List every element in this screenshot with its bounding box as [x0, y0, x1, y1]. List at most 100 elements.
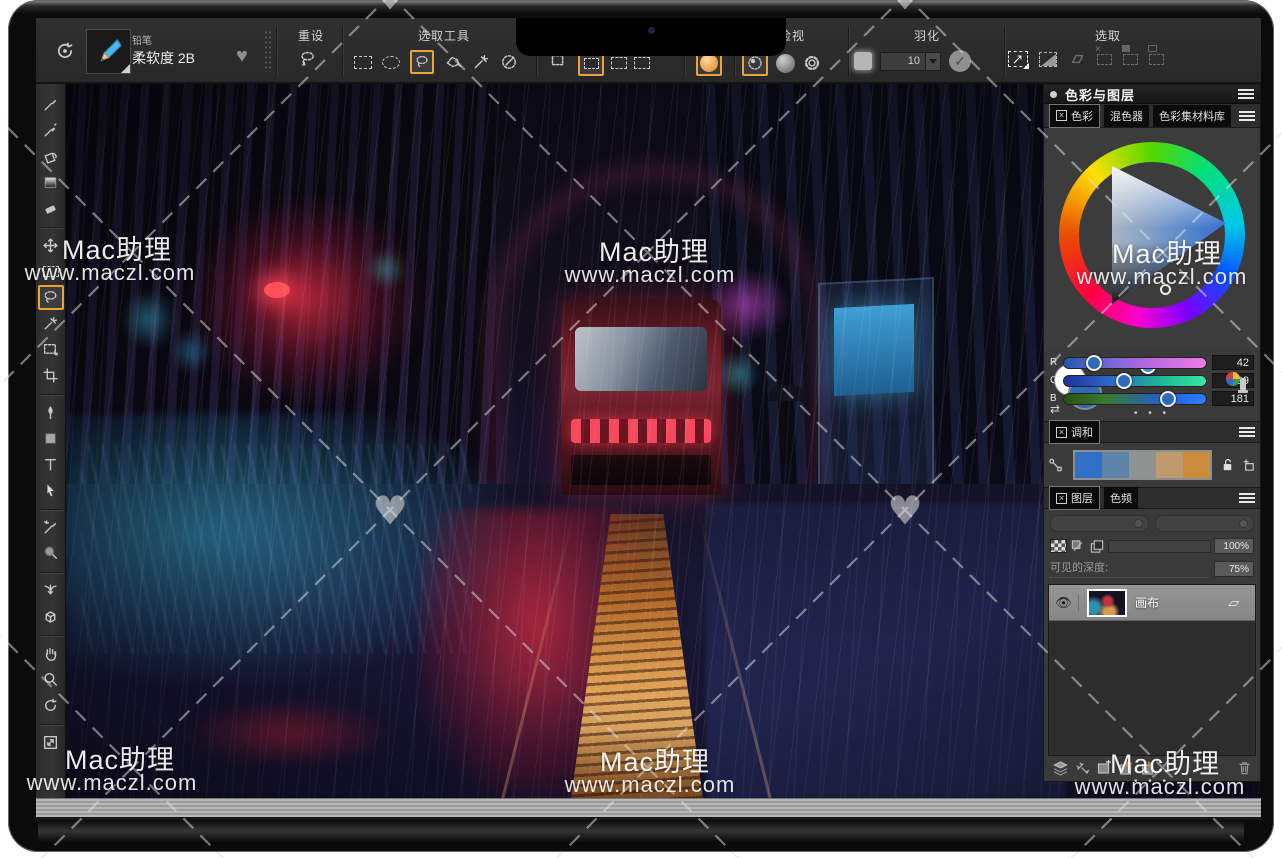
preserve-transparency-icon[interactable]: [1050, 539, 1067, 553]
duplicate-layer-icon[interactable]: [1089, 539, 1105, 554]
color-panel-menu-icon[interactable]: [1239, 111, 1255, 121]
rect-selection-icon[interactable]: [354, 56, 372, 69]
depth-value[interactable]: 75%: [1214, 561, 1254, 577]
opacity-slider[interactable]: [1108, 540, 1211, 553]
add-swatch-icon[interactable]: [1241, 458, 1256, 473]
recent-brushes-icon[interactable]: [54, 40, 76, 62]
green-slider-thumb[interactable]: [1116, 373, 1132, 389]
mirror-painting-tool[interactable]: [38, 515, 64, 540]
composite-method-dropdown[interactable]: [1050, 515, 1149, 532]
mask-view-icon[interactable]: [776, 54, 795, 73]
gear-icon[interactable]: [803, 54, 821, 72]
composite-depth-dropdown[interactable]: [1155, 515, 1254, 532]
gradient-tool[interactable]: [38, 170, 64, 195]
grabber-hand-tool[interactable]: [38, 641, 64, 666]
red-slider[interactable]: [1063, 357, 1207, 369]
tab-layers-active[interactable]: × 图层: [1049, 486, 1100, 510]
panel-menu-icon[interactable]: [1238, 89, 1254, 99]
skew-selection-icon[interactable]: [1068, 50, 1086, 68]
trash-icon[interactable]: [1237, 760, 1252, 776]
text-tool[interactable]: [38, 452, 64, 477]
add-to-selection-button[interactable]: +: [611, 57, 627, 69]
feather-dropdown-button[interactable]: [926, 52, 941, 71]
feather-spinner[interactable]: 10: [880, 52, 941, 71]
opacity-value[interactable]: 100%: [1214, 538, 1254, 554]
new-layer-icon[interactable]: [1095, 760, 1112, 776]
divine-proportion-tool[interactable]: [38, 578, 64, 603]
eraser-tool[interactable]: [38, 196, 64, 221]
layer-row-canvas[interactable]: 👁 画布 ▱: [1049, 585, 1255, 621]
magic-wand-tool[interactable]: [38, 311, 64, 336]
rotate-page-tool[interactable]: [38, 693, 64, 718]
layer-visibility-eye-icon[interactable]: 👁: [1049, 595, 1079, 611]
load-selection-button[interactable]: [1149, 54, 1164, 65]
dropper-tool[interactable]: [38, 118, 64, 143]
harmony-type-icon[interactable]: [1048, 456, 1063, 474]
layer-commands-icon[interactable]: [1052, 760, 1069, 776]
lasso-tool-active[interactable]: [38, 285, 64, 310]
rect-shape-tool[interactable]: [38, 426, 64, 451]
tab-channels[interactable]: 色频: [1104, 487, 1138, 509]
magnifier-tool[interactable]: [38, 667, 64, 692]
brush-thumbnail[interactable]: [86, 29, 131, 74]
tab-mixer[interactable]: 混色器: [1104, 105, 1149, 127]
harmony-swatch[interactable]: [1156, 452, 1183, 478]
panel-header[interactable]: 色彩与图层: [1044, 85, 1260, 104]
invert-selection-button[interactable]: [1039, 52, 1057, 67]
layer-thumbnail[interactable]: [1087, 589, 1127, 617]
new-watercolor-layer-icon[interactable]: [1117, 760, 1134, 776]
fit-to-window-tool[interactable]: [38, 730, 64, 755]
tab-harmony[interactable]: × 调和: [1049, 420, 1100, 444]
polygon-selection-icon[interactable]: [444, 53, 462, 71]
selection-brush-icon[interactable]: [500, 53, 518, 71]
save-selection-button[interactable]: [1123, 54, 1138, 65]
blue-slider[interactable]: [1063, 393, 1207, 405]
toolbar-drag-handle[interactable]: [264, 30, 272, 72]
tab-color-active[interactable]: × 色彩: [1049, 104, 1100, 128]
pen-tool[interactable]: [38, 400, 64, 425]
favorite-heart-icon[interactable]: ♥: [236, 45, 248, 68]
harmony-swatch[interactable]: [1102, 452, 1129, 478]
feather-value[interactable]: 10: [880, 52, 926, 71]
layers-pager-dots[interactable]: • • •: [1044, 776, 1260, 789]
apply-feather-button[interactable]: ✓: [949, 50, 971, 72]
red-value[interactable]: 42: [1212, 355, 1254, 370]
layer-adjuster-tool[interactable]: [38, 233, 64, 258]
sat-value-triangle[interactable]: [1059, 142, 1245, 328]
magic-wand-icon[interactable]: [472, 53, 490, 71]
dynamic-plugins-icon[interactable]: [1074, 760, 1090, 776]
triangle-cursor[interactable]: [1160, 284, 1171, 295]
brush-tool[interactable]: [38, 92, 64, 117]
layers-menu-icon[interactable]: [1239, 493, 1255, 503]
delete-selection-button[interactable]: ×: [1097, 54, 1112, 65]
harmony-swatch[interactable]: [1075, 452, 1102, 478]
harmony-swatch[interactable]: [1183, 452, 1210, 478]
rect-selection-tool[interactable]: [38, 259, 64, 284]
harmony-swatch[interactable]: [1129, 452, 1156, 478]
unlock-icon[interactable]: [1220, 457, 1235, 473]
transform-selection-button[interactable]: [1008, 51, 1028, 67]
close-tab-icon[interactable]: ×: [1056, 110, 1067, 121]
subtract-from-selection-button[interactable]: −: [634, 57, 650, 69]
pickup-underlying-icon[interactable]: [1070, 539, 1086, 554]
lasso-tool-button-active[interactable]: [410, 50, 434, 74]
horizontal-scrollbar[interactable]: [36, 798, 1261, 817]
selection-adjuster-tool[interactable]: [38, 337, 64, 362]
close-tab-icon[interactable]: ×: [1056, 427, 1067, 438]
crop-tool[interactable]: [38, 363, 64, 388]
reset-selection-icon[interactable]: [298, 50, 316, 68]
paint-bucket-tool[interactable]: [38, 144, 64, 169]
perspective-grid-tool[interactable]: [38, 604, 64, 629]
kaleidoscope-tool[interactable]: [38, 541, 64, 566]
swap-colors-icon[interactable]: ⇄: [1050, 402, 1060, 416]
close-tab-icon[interactable]: ×: [1056, 493, 1067, 504]
open-color-dialog-button[interactable]: [1224, 370, 1250, 396]
new-liquid-ink-layer-icon[interactable]: [1139, 760, 1156, 776]
oval-selection-icon[interactable]: [382, 56, 400, 69]
green-slider[interactable]: [1063, 375, 1207, 387]
blue-slider-thumb[interactable]: [1160, 391, 1176, 407]
harmony-menu-icon[interactable]: [1239, 427, 1255, 437]
tab-color-sets[interactable]: 色彩集材料库: [1153, 105, 1231, 127]
shape-selection-tool[interactable]: [38, 478, 64, 503]
red-slider-thumb[interactable]: [1086, 355, 1102, 371]
